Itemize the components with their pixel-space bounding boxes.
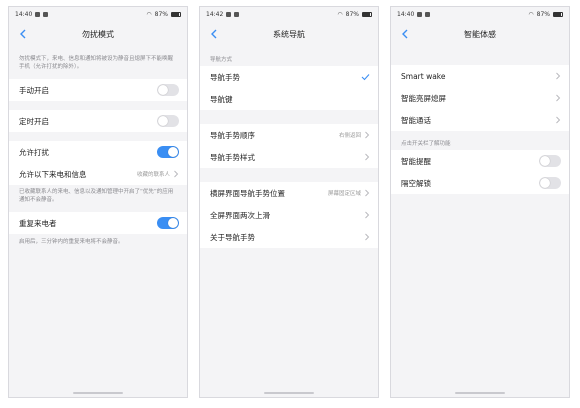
- chevron-right-icon: [365, 211, 370, 219]
- row-label: 允许以下来电和信息: [19, 169, 87, 179]
- status-bar: 14:40 ◠ 87%: [9, 7, 187, 21]
- about-nav-gesture-row[interactable]: 关于导航手势: [200, 226, 378, 248]
- status-time: 14:42: [206, 10, 224, 18]
- home-indicator: [73, 392, 123, 394]
- landscape-gesture-position-row[interactable]: 横屏界面导航手势位置 屏幕固定区域: [200, 182, 378, 204]
- allow-calls-messages-row[interactable]: 允许以下来电和信息 收藏的联系人: [9, 163, 187, 185]
- chevron-right-icon: [556, 72, 561, 80]
- notification-icon: [234, 11, 240, 17]
- smart-reminder-toggle[interactable]: [539, 155, 561, 167]
- row-label: 允许打扰: [19, 147, 49, 157]
- dnd-description: 勿扰模式下，来电、信息和通知将被设为静音且熄屏下不能唤醒手机（允许打扰的除外）。: [19, 56, 174, 70]
- row-label: 智能通话: [401, 115, 431, 125]
- back-arrow-icon[interactable]: [208, 28, 220, 40]
- status-time: 14:40: [15, 10, 33, 18]
- gesture-style-row[interactable]: 导航手势样式: [200, 146, 378, 168]
- manual-enable-toggle[interactable]: [157, 84, 179, 96]
- home-indicator: [455, 392, 505, 394]
- row-value: 收藏的联系人: [136, 172, 170, 178]
- row-label: 智能提醒: [401, 156, 431, 166]
- row-label: 横屏界面导航手势位置: [210, 188, 285, 198]
- status-bar: 14:40 ◠ 87%: [391, 7, 569, 21]
- row-label: 导航手势顺序: [210, 130, 255, 140]
- row-value: 右侧返回: [338, 133, 361, 139]
- page-title: 勿扰模式: [82, 29, 114, 39]
- row-label: 重复来电者: [19, 218, 57, 228]
- repeat-callers-row[interactable]: 重复来电者: [9, 212, 187, 234]
- page-title: 系统导航: [273, 29, 305, 39]
- status-bar: 14:42 ◠ 87%: [200, 7, 378, 21]
- row-label: 手动开启: [19, 85, 49, 95]
- row-value: 屏幕固定区域: [327, 191, 361, 197]
- repeat-callers-note: 启用后，三分钟内的重复来电将不会静音。: [19, 239, 124, 245]
- nav-bar: 勿扰模式: [9, 21, 187, 47]
- nav-bar: 系统导航: [200, 21, 378, 47]
- row-label: 定时开启: [19, 116, 49, 126]
- chevron-right-icon: [556, 94, 561, 102]
- wifi-icon: ◠: [528, 10, 534, 18]
- fullscreen-double-swipe-row[interactable]: 全屏界面两次上滑: [200, 204, 378, 226]
- wifi-icon: ◠: [337, 10, 343, 18]
- back-arrow-icon[interactable]: [17, 28, 29, 40]
- chevron-right-icon: [365, 233, 370, 241]
- chevron-right-icon: [556, 116, 561, 124]
- phone-screen-smart-motion: 14:40 ◠ 87% 智能体感 Smart wake 智能亮屏熄屏 智能通话 …: [390, 6, 570, 398]
- chevron-right-icon: [365, 131, 370, 139]
- row-label: 关于导航手势: [210, 232, 255, 242]
- smart-screen-on-off-row[interactable]: 智能亮屏熄屏: [391, 87, 569, 109]
- row-label: 全屏界面两次上滑: [210, 210, 270, 220]
- notification-icon: [417, 11, 423, 17]
- row-label: 隔空解锁: [401, 178, 431, 188]
- row-label: 导航手势: [210, 72, 240, 82]
- section-label-tap-switch: 点击开关栏了解功能: [401, 141, 451, 147]
- air-unlock-row[interactable]: 隔空解锁: [391, 172, 569, 194]
- smart-reminder-row[interactable]: 智能提醒: [391, 150, 569, 172]
- row-label: 智能亮屏熄屏: [401, 93, 446, 103]
- allow-calls-note: 已收藏联系人的来电、信息以及通知管理中开启了“优先”的应用通知不会静音。: [19, 189, 174, 203]
- battery-icon: [553, 11, 563, 17]
- section-label-nav-method: 导航方式: [210, 57, 233, 63]
- chevron-right-icon: [365, 189, 370, 197]
- smart-wake-row[interactable]: Smart wake: [391, 65, 569, 87]
- nav-bar: 智能体感: [391, 21, 569, 47]
- allow-interruptions-row[interactable]: 允许打扰: [9, 141, 187, 163]
- scheduled-enable-toggle[interactable]: [157, 115, 179, 127]
- wifi-icon: ◠: [146, 10, 152, 18]
- manual-enable-row[interactable]: 手动开启: [9, 79, 187, 101]
- smart-call-row[interactable]: 智能通话: [391, 109, 569, 131]
- scheduled-enable-row[interactable]: 定时开启: [9, 110, 187, 132]
- nav-gesture-row[interactable]: 导航手势: [200, 66, 378, 88]
- air-unlock-toggle[interactable]: [539, 177, 561, 189]
- chevron-right-icon: [174, 170, 179, 178]
- notification-icon: [43, 11, 49, 17]
- row-label: 导航键: [210, 94, 233, 104]
- repeat-callers-toggle[interactable]: [157, 217, 179, 229]
- checkmark-icon: [361, 74, 370, 81]
- notification-icon: [226, 11, 232, 17]
- row-label: Smart wake: [401, 71, 446, 81]
- back-arrow-icon[interactable]: [399, 28, 411, 40]
- gesture-order-row[interactable]: 导航手势顺序 右侧返回: [200, 124, 378, 146]
- battery-icon: [171, 11, 181, 17]
- nav-keys-row[interactable]: 导航键: [200, 88, 378, 110]
- page-title: 智能体感: [464, 29, 496, 39]
- notification-icon: [35, 11, 41, 17]
- notification-icon: [425, 11, 431, 17]
- allow-interruptions-toggle[interactable]: [157, 146, 179, 158]
- battery-percent: 87%: [536, 10, 550, 18]
- battery-percent: 87%: [154, 10, 168, 18]
- phone-screen-system-navigation: 14:42 ◠ 87% 系统导航 导航方式 导航手势 导航键 导航手势顺序 右侧…: [199, 6, 379, 398]
- battery-percent: 87%: [345, 10, 359, 18]
- chevron-right-icon: [365, 153, 370, 161]
- status-time: 14:40: [397, 10, 415, 18]
- home-indicator: [264, 392, 314, 394]
- phone-screen-do-not-disturb: 14:40 ◠ 87% 勿扰模式 勿扰模式下，来电、信息和通知将被设为静音且熄屏…: [8, 6, 188, 398]
- row-label: 导航手势样式: [210, 152, 255, 162]
- battery-icon: [362, 11, 372, 17]
